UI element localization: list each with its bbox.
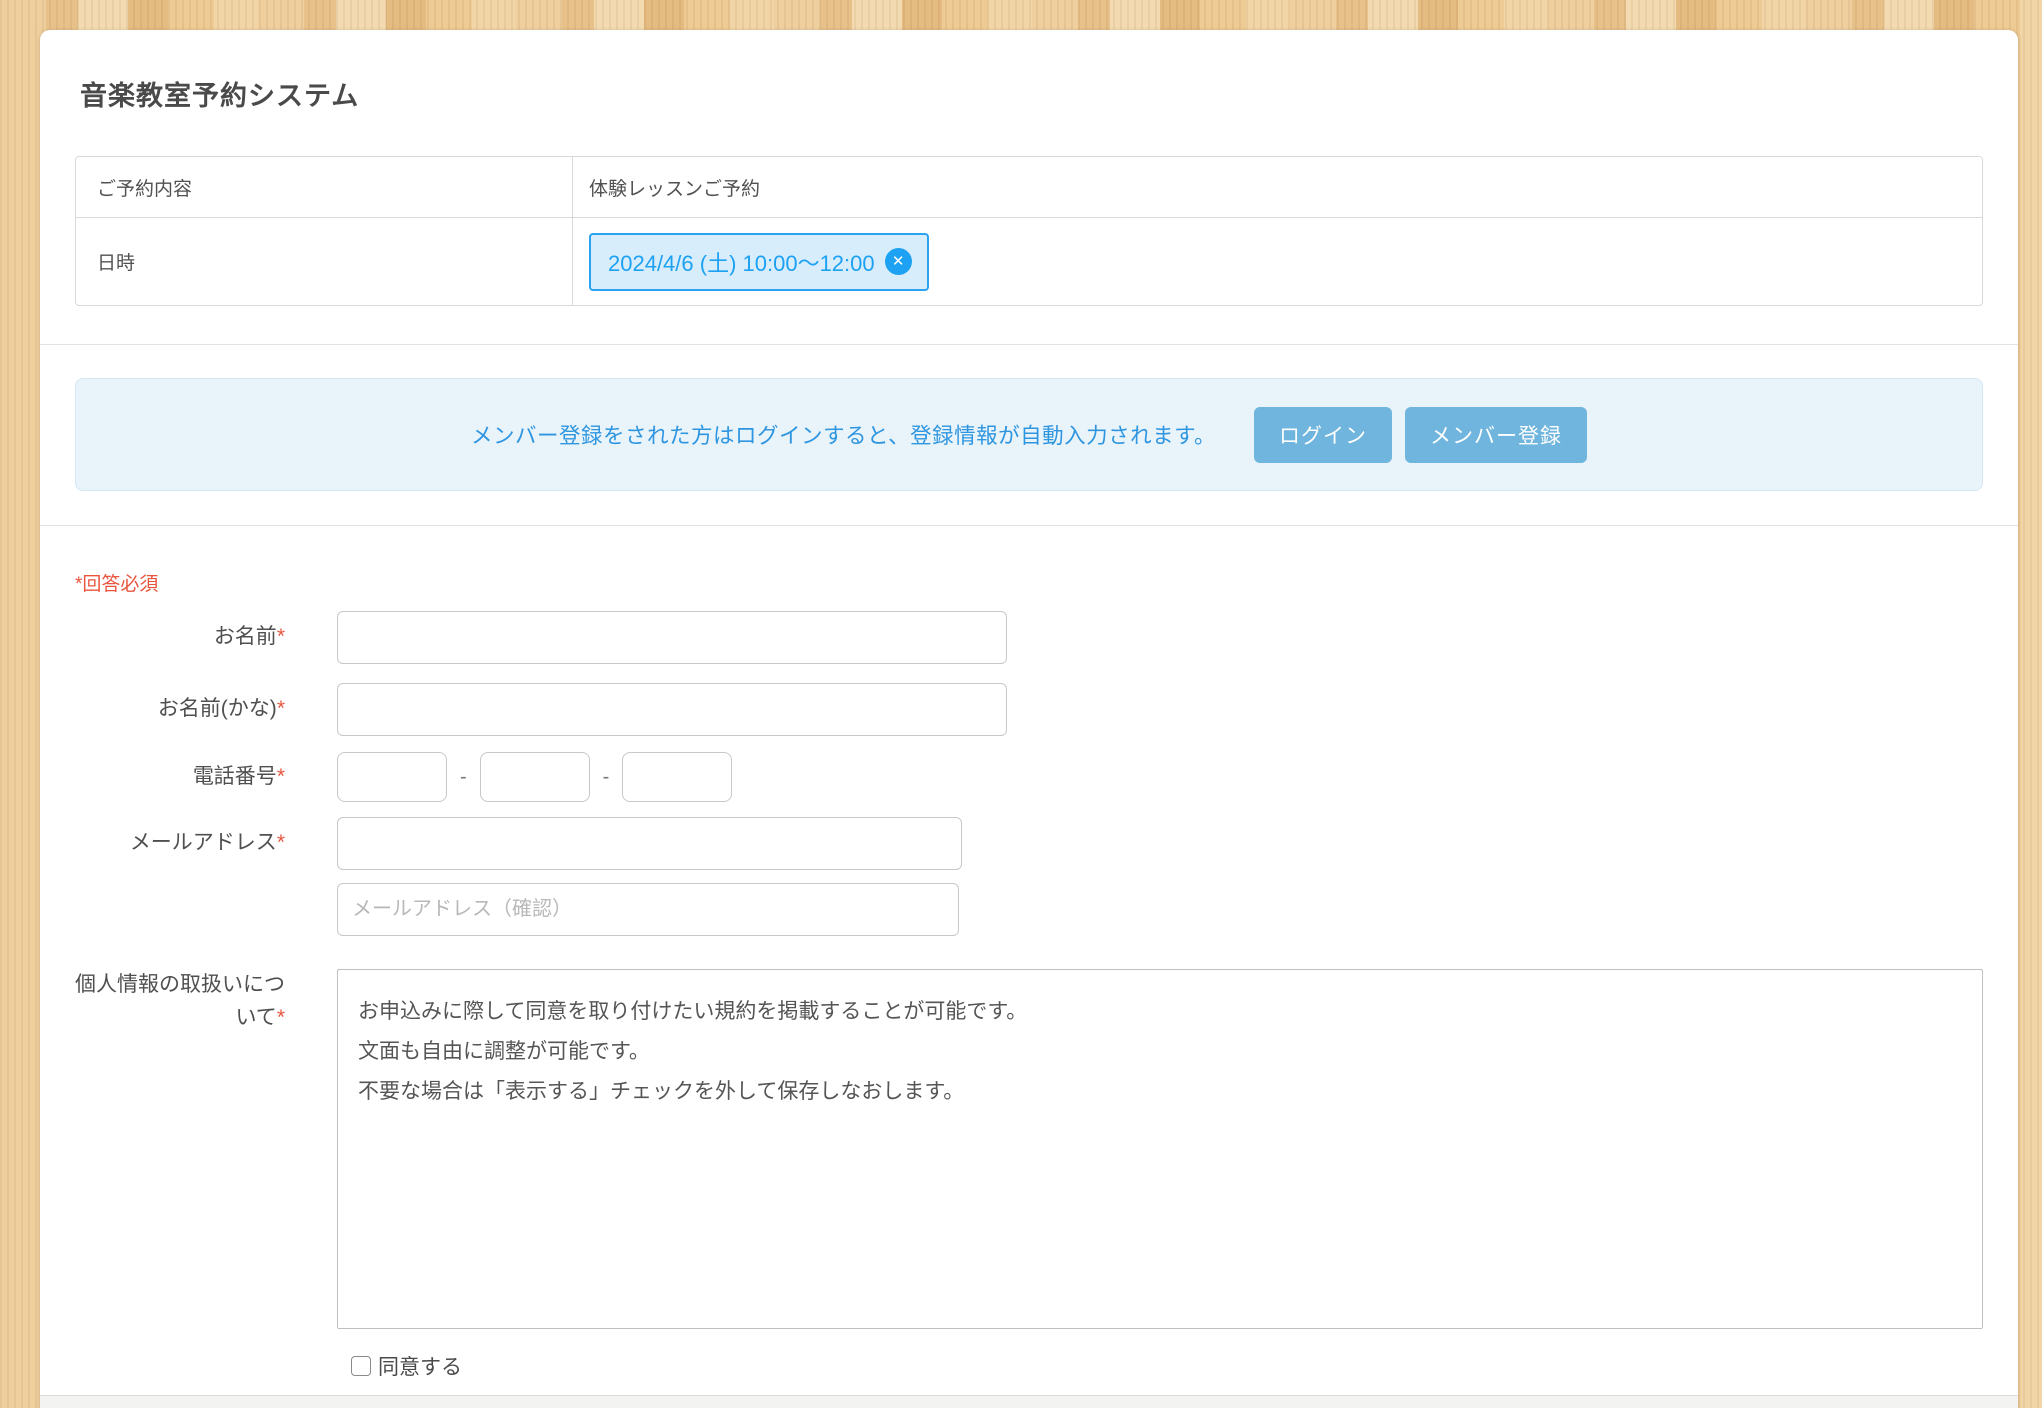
email-input[interactable]	[337, 817, 962, 870]
selected-datetime-text: 2024/4/6 (土) 10:00〜12:00	[608, 246, 875, 278]
name-field-row: お名前*	[75, 611, 1983, 664]
name-input[interactable]	[337, 611, 1007, 664]
agree-label: 同意する	[378, 1351, 462, 1381]
required-note: *回答必須	[75, 571, 1983, 599]
phone-input-2[interactable]	[480, 752, 590, 802]
member-register-button[interactable]: メンバー登録	[1405, 407, 1587, 463]
application-form: *回答必須 お名前* お名前(かな)* 電話番号* - - メールアドレス* 個…	[40, 526, 2018, 1381]
datetime-label: 日時	[76, 218, 573, 305]
email-label: メールアドレス*	[75, 827, 337, 860]
main-card: 音楽教室予約システム ご予約内容 体験レッスンご予約 日時 2024/4/6 (…	[40, 30, 2018, 1408]
phone-separator: -	[460, 766, 467, 789]
required-asterisk: *	[277, 765, 285, 788]
agree-checkbox-wrap: 同意する	[351, 1351, 462, 1381]
name-label: お名前*	[75, 621, 337, 654]
email-field-row: メールアドレス*	[75, 817, 1983, 870]
email-confirm-field-row	[75, 883, 1983, 936]
required-asterisk: *	[277, 831, 285, 854]
phone-field-row: 電話番号* - -	[75, 752, 1983, 802]
privacy-label: 個人情報の取扱いについて*	[75, 969, 337, 1034]
agree-row: 同意する	[75, 1351, 1983, 1381]
agree-checkbox[interactable]	[351, 1356, 371, 1376]
kana-field-row: お名前(かな)*	[75, 683, 1983, 736]
table-row: ご予約内容 体験レッスンご予約	[76, 157, 1982, 217]
phone-separator: -	[603, 766, 610, 789]
phone-input-3[interactable]	[622, 752, 732, 802]
member-banner-message: メンバー登録をされた方はログインすると、登録情報が自動入力されます。	[471, 419, 1216, 450]
privacy-field-row: 個人情報の取扱いについて* お申込みに際して同意を取り付けたい規約を掲載すること…	[75, 969, 1983, 1329]
kana-input[interactable]	[337, 683, 1007, 736]
next-section-strip	[40, 1395, 2018, 1408]
required-asterisk: *	[277, 697, 285, 720]
required-asterisk: *	[277, 1006, 285, 1029]
datetime-cell: 2024/4/6 (土) 10:00〜12:00 ✕	[573, 218, 1982, 305]
phone-input-1[interactable]	[337, 752, 447, 802]
privacy-policy-textarea[interactable]: お申込みに際して同意を取り付けたい規約を掲載することが可能です。 文面も自由に調…	[337, 969, 1983, 1329]
section-divider	[40, 344, 2018, 345]
reservation-summary-table: ご予約内容 体験レッスンご予約 日時 2024/4/6 (土) 10:00〜12…	[75, 156, 1983, 306]
page-title: 音楽教室予約システム	[75, 74, 1983, 113]
reservation-type-value: 体験レッスンご予約	[573, 157, 1982, 217]
member-login-banner: メンバー登録をされた方はログインすると、登録情報が自動入力されます。 ログイン …	[75, 378, 1983, 491]
kana-label: お名前(かな)*	[75, 693, 337, 726]
email-confirm-input[interactable]	[337, 883, 959, 936]
selected-datetime-chip: 2024/4/6 (土) 10:00〜12:00 ✕	[589, 233, 929, 291]
login-button[interactable]: ログイン	[1254, 407, 1392, 463]
remove-datetime-icon[interactable]: ✕	[885, 248, 912, 275]
reservation-type-label: ご予約内容	[76, 157, 573, 217]
table-row: 日時 2024/4/6 (土) 10:00〜12:00 ✕	[76, 217, 1982, 305]
required-asterisk: *	[277, 625, 285, 648]
phone-label: 電話番号*	[75, 761, 337, 794]
